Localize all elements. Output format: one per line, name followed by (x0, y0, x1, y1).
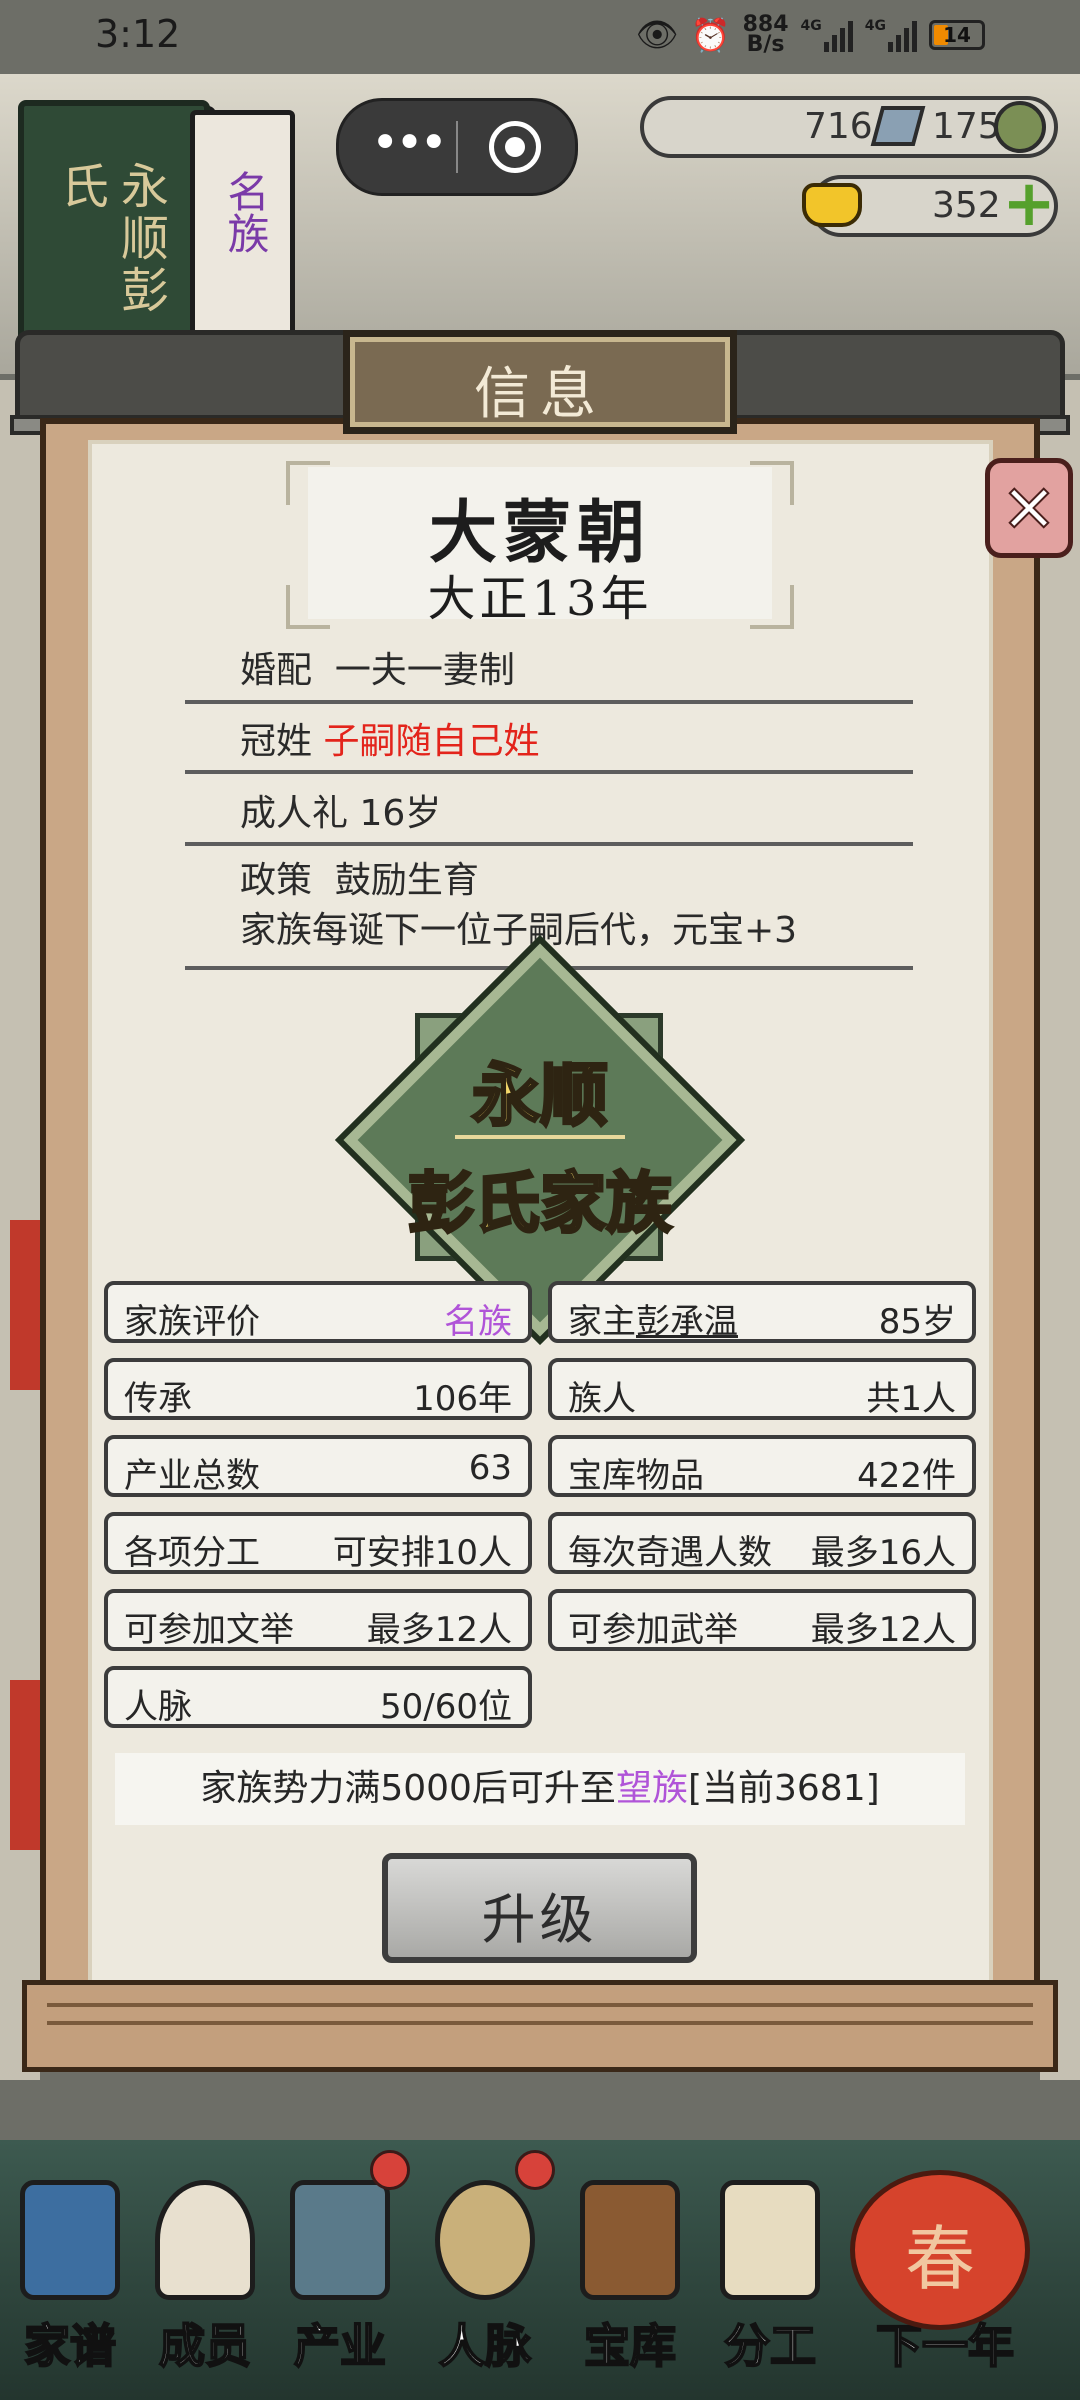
nav-treasury[interactable]: 宝库 (565, 2160, 695, 2380)
left-event-banner-2[interactable] (10, 1680, 42, 1850)
close-button[interactable]: ✕ (985, 458, 1073, 558)
stat-clansmen: 族人 共1人 (548, 1358, 976, 1420)
close-miniprogram-icon[interactable] (489, 121, 541, 173)
law-row-coming-of-age: 成人礼 16岁 (185, 774, 913, 846)
rank-tab[interactable]: 名族 (190, 110, 295, 350)
currency-bar: 716 175 (640, 96, 1058, 158)
gold-count: 352 (932, 185, 1001, 226)
dynasty-card: 大蒙朝 大正13年 (286, 461, 794, 629)
upgrade-button[interactable]: 升级 (382, 1853, 697, 1963)
stat-heritage: 传承 106年 (104, 1358, 532, 1420)
battery-icon: 14 (929, 20, 985, 50)
dynasty-year: 大正13年 (427, 571, 653, 627)
emblem-family: 彭氏家族 (407, 1163, 674, 1244)
gold-ingot-icon (802, 183, 862, 227)
treasure-chest-icon (580, 2180, 680, 2300)
nav-industry[interactable]: 产业 (275, 2150, 410, 2380)
spring-lantern-icon[interactable]: 春 (850, 2170, 1030, 2330)
net-speed: 884 B/s (742, 12, 789, 57)
network-alert-dot (515, 2150, 555, 2190)
nav-assignment[interactable]: 分工 (705, 2160, 835, 2380)
law-row-surname: 冠姓 子嗣随自己姓 (185, 704, 913, 774)
network-icon (435, 2180, 535, 2300)
miniprogram-capsule: ••• (336, 98, 578, 196)
clock: 3:12 (95, 12, 181, 56)
left-event-banner[interactable] (10, 1220, 42, 1390)
coin-count: 175 (932, 106, 1001, 147)
nav-network[interactable]: 人脉 (420, 2150, 555, 2380)
signal-2-icon: 4G (865, 18, 917, 52)
upgrade-requirement: 家族势力满5000后可升至望族[当前3681] (115, 1753, 965, 1825)
gold-bar: 352 + (802, 172, 1058, 237)
emblem-place: 永顺 (470, 1055, 609, 1138)
family-book-button[interactable]: 永顺彭氏 (18, 100, 210, 362)
stat-assignments: 各项分工 可安排10人 (104, 1512, 532, 1574)
stat-connections: 人脉 50/60位 (104, 1666, 532, 1728)
alarm-icon: ⏰ (690, 16, 731, 54)
silver-count: 716 (804, 106, 873, 147)
stat-industry-total: 产业总数 63 (104, 1435, 532, 1497)
nav-genealogy[interactable]: 家谱 (5, 2160, 135, 2380)
stat-family-rating: 家族评价 名族 (104, 1281, 532, 1343)
dialog-title-plaque: 信息 (343, 330, 737, 434)
signal-1-icon: 4G (801, 18, 853, 52)
close-icon: ✕ (1000, 470, 1057, 549)
silver-icon (870, 106, 926, 146)
law-row-marriage: 婚配 一夫一妻制 (185, 635, 913, 704)
nav-members[interactable]: 成员 (140, 2160, 270, 2380)
eye-icon: 👁 (635, 15, 679, 55)
more-icon[interactable]: ••• (371, 115, 448, 171)
stat-military-exam: 可参加武举 最多12人 (548, 1589, 976, 1651)
family-head-name-link[interactable]: 彭承温 (636, 1302, 738, 1342)
industry-alert-dot (370, 2150, 410, 2190)
right-shelf (1040, 380, 1080, 2080)
family-book-title: 永顺彭氏 (52, 161, 168, 317)
stat-treasury-items: 宝库物品 422件 (548, 1435, 976, 1497)
stat-civil-exam: 可参加文举 最多12人 (104, 1589, 532, 1651)
scroll-icon (720, 2180, 820, 2300)
dialog-title: 信息 (474, 362, 606, 427)
coin-icon (994, 101, 1046, 153)
stat-family-head: 家主彭承温 85岁 (548, 1281, 976, 1343)
add-gold-icon[interactable]: + (1002, 172, 1056, 236)
capsule-divider (456, 121, 458, 173)
genealogy-book-icon (20, 2180, 120, 2300)
emblem-divider (455, 1135, 625, 1139)
status-bar: 3:12 👁 ⏰ 884 B/s 4G 4G 14 (0, 0, 1080, 74)
status-icons: 👁 ⏰ 884 B/s 4G 4G 14 (636, 10, 985, 60)
stat-encounter-count: 每次奇遇人数 最多16人 (548, 1512, 976, 1574)
member-portrait-icon (155, 2180, 255, 2300)
dialog-footer-rail (22, 1980, 1058, 2072)
building-icon (290, 2180, 390, 2300)
